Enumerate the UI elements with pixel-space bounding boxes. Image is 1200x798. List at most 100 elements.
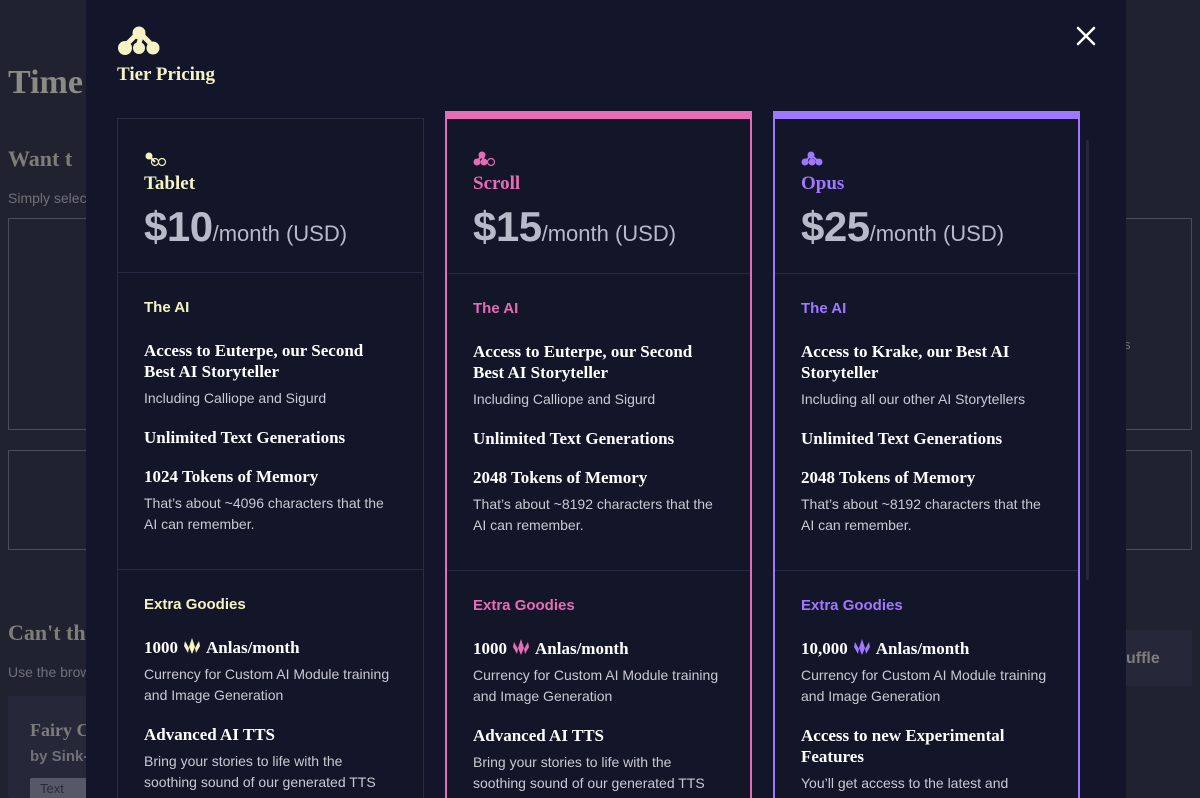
- tier-header: Opus $25/month (USD): [775, 119, 1078, 274]
- feature-item: Unlimited Text Generations: [144, 427, 397, 448]
- novelai-logo-icon: [118, 26, 160, 55]
- feature-description: Including Calliope and Sigurd: [473, 391, 656, 407]
- background-heading: Want t: [8, 146, 73, 171]
- tier-card-tablet: Tablet $10/month (USD) The AI Access to …: [117, 118, 424, 798]
- ai-section: The AI Access to Euterpe, our Second Bes…: [447, 274, 750, 571]
- price-amount: $10: [144, 203, 213, 250]
- anlas-amount: 1000: [144, 638, 178, 657]
- background-card-author: by Sink-: [30, 748, 89, 765]
- tier-price: $15/month (USD): [473, 203, 676, 251]
- tier-header: Scroll $15/month (USD): [447, 119, 750, 274]
- feature-title: 2048 Tokens of Memory: [801, 468, 976, 487]
- feature-item: Access to Euterpe, our Second Best AI St…: [144, 340, 397, 409]
- extra-goodies-section: Extra Goodies 1000 Anlas/month Currency f…: [447, 571, 750, 794]
- tier-price: $10/month (USD): [144, 203, 347, 251]
- feature-description: You’ll get access to the latest and cool…: [801, 775, 1009, 798]
- tier-pricing-modal: Tier Pricing Tablet $10/month (USD) The …: [86, 0, 1126, 798]
- anlas-unit: Anlas/month: [535, 639, 629, 658]
- price-period: /month (USD): [541, 221, 677, 246]
- section-label: The AI: [473, 300, 519, 317]
- feature-item: 1024 Tokens of Memory That’s about ~4096…: [144, 466, 397, 535]
- background-subtext: Use the brow: [8, 664, 91, 680]
- modal-title: Tier Pricing: [117, 64, 215, 85]
- feature-description: Currency for Custom AI Module training a…: [473, 667, 719, 704]
- feature-item: Access to new Experimental Features You’…: [801, 725, 1052, 798]
- tier-card-scroll: Scroll $15/month (USD) The AI Access to …: [445, 111, 752, 798]
- feature-description: Bring your stories to life with the soot…: [473, 754, 705, 791]
- feature-description: Bring your stories to life with the soot…: [144, 753, 376, 790]
- feature-title: 2048 Tokens of Memory: [473, 468, 648, 487]
- modal-scrollbar[interactable]: [1086, 140, 1089, 580]
- feature-description: That’s about ~8192 characters that the A…: [801, 496, 1041, 533]
- background-card-tag: Text Ad: [30, 778, 88, 798]
- price-period: /month (USD): [212, 221, 348, 246]
- background-subtext: Simply select: [8, 190, 91, 206]
- background-panel: [8, 218, 98, 430]
- feature-item: 1000 Anlas/month Currency for Custom AI M…: [144, 637, 397, 706]
- background-card-title: Fairy C: [30, 720, 90, 740]
- close-button[interactable]: [1070, 20, 1102, 52]
- anlas-crystal-icon: [184, 638, 200, 654]
- feature-title: 10,000 Anlas/month: [801, 638, 1052, 659]
- feature-title: Access to new Experimental Features: [801, 726, 1005, 766]
- extra-goodies-section: Extra Goodies 1000 Anlas/month Currency f…: [118, 570, 423, 793]
- tier-card-opus: Opus $25/month (USD) The AI Access to Kr…: [773, 111, 1080, 798]
- feature-item: Unlimited Text Generations: [801, 428, 1052, 449]
- tier-glyph-icon: [145, 152, 167, 167]
- section-label: The AI: [144, 299, 190, 316]
- tier-header: Tablet $10/month (USD): [118, 119, 423, 273]
- feature-title: Unlimited Text Generations: [144, 428, 346, 447]
- ai-section: The AI Access to Krake, our Best AI Stor…: [775, 274, 1078, 571]
- anlas-amount: 10,000: [801, 639, 848, 658]
- feature-title: Unlimited Text Generations: [473, 429, 675, 448]
- background-title: Time: [8, 64, 83, 101]
- feature-title: Access to Euterpe, our Second Best AI St…: [473, 342, 693, 382]
- tier-name: Opus: [801, 173, 845, 194]
- price-amount: $25: [801, 203, 870, 250]
- background-shuffle-button: uffle: [1124, 630, 1192, 686]
- feature-title: Access to Krake, our Best AI Storyteller: [801, 342, 1010, 382]
- feature-title: 1024 Tokens of Memory: [144, 467, 319, 486]
- feature-title: 1000 Anlas/month: [144, 637, 397, 658]
- feature-item: Access to Euterpe, our Second Best AI St…: [473, 341, 724, 410]
- anlas-unit: Anlas/month: [206, 638, 300, 657]
- price-period: /month (USD): [869, 221, 1005, 246]
- feature-item: 2048 Tokens of Memory That’s about ~8192…: [473, 467, 724, 536]
- feature-description: Including Calliope and Sigurd: [144, 390, 327, 406]
- feature-item: 1000 Anlas/month Currency for Custom AI M…: [473, 638, 724, 707]
- anlas-unit: Anlas/month: [875, 639, 970, 658]
- tier-glyph-icon: [473, 151, 496, 167]
- feature-description: Including all our other AI Storytellers: [801, 391, 1026, 407]
- anlas-crystal-icon: [513, 639, 529, 655]
- feature-title: Advanced AI TTS: [144, 725, 276, 744]
- feature-description: That’s about ~8192 characters that the A…: [473, 496, 713, 533]
- feature-title: Advanced AI TTS: [473, 726, 605, 745]
- price-amount: $15: [473, 203, 542, 250]
- background-panel-right: s: [1124, 218, 1192, 430]
- feature-item: Advanced AI TTS Bring your stories to li…: [144, 724, 397, 793]
- tier-name: Scroll: [473, 173, 521, 194]
- feature-item: Unlimited Text Generations: [473, 428, 724, 449]
- tier-name: Tablet: [144, 173, 196, 194]
- background-panel: [8, 450, 98, 550]
- section-label: Extra Goodies: [144, 596, 246, 613]
- section-label: Extra Goodies: [473, 597, 575, 614]
- section-label: The AI: [801, 300, 847, 317]
- feature-title: Access to Euterpe, our Second Best AI St…: [144, 341, 364, 381]
- feature-item: Access to Krake, our Best AI Storyteller…: [801, 341, 1052, 410]
- background-panel-right: [1124, 450, 1192, 550]
- feature-description: Currency for Custom AI Module training a…: [144, 666, 390, 703]
- anlas-crystal-icon: [853, 639, 870, 655]
- section-label: Extra Goodies: [801, 597, 903, 614]
- feature-item: 2048 Tokens of Memory That’s about ~8192…: [801, 467, 1052, 536]
- feature-item: Advanced AI TTS Bring your stories to li…: [473, 725, 724, 794]
- ai-section: The AI Access to Euterpe, our Second Bes…: [118, 273, 423, 570]
- extra-goodies-section: Extra Goodies 10,000 Anlas/month Currency…: [775, 571, 1078, 798]
- tier-glyph-icon: [801, 151, 823, 166]
- feature-title: Unlimited Text Generations: [801, 429, 1003, 448]
- tier-price: $25/month (USD): [801, 203, 1004, 251]
- close-icon: [1076, 26, 1096, 46]
- background-heading: Can't th: [8, 620, 86, 645]
- anlas-amount: 1000: [473, 639, 507, 658]
- feature-title: 1000 Anlas/month: [473, 638, 724, 659]
